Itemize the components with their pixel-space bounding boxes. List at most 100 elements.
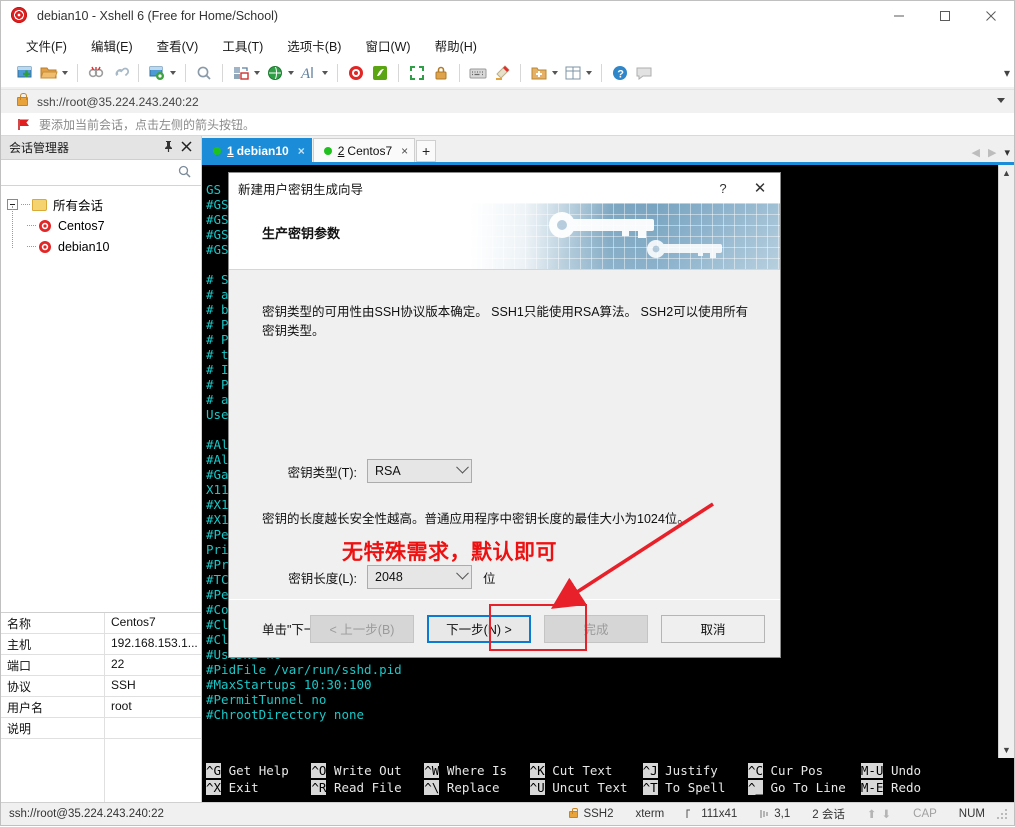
close-icon[interactable]	[177, 140, 195, 155]
tree-item-centos7[interactable]: Centos7	[7, 215, 201, 236]
tree-item-debian10[interactable]: debian10	[7, 236, 201, 257]
nano-key: M-U	[860, 763, 884, 778]
menu-tools[interactable]: 工具(T)	[211, 33, 274, 58]
cursor-icon	[760, 810, 768, 818]
menu-tab[interactable]: 选项卡(B)	[276, 33, 352, 58]
tab-debian10[interactable]: 1 debian10 ×	[202, 138, 312, 162]
session-search-row[interactable]	[1, 160, 201, 186]
xshell-button[interactable]	[344, 61, 368, 85]
lock-button[interactable]	[429, 61, 453, 85]
menu-file[interactable]: 文件(F)	[15, 33, 78, 58]
help-button[interactable]: ?	[608, 61, 632, 85]
nano-shortcut-bar: ^G Get Help ^O Write Out ^W Where Is ^K …	[202, 758, 1014, 802]
session-search-input[interactable]	[7, 164, 177, 181]
tab-close-icon[interactable]: ×	[401, 144, 408, 158]
toolbar-separator	[222, 64, 223, 82]
keyboard-button[interactable]	[466, 61, 490, 85]
session-properties-button[interactable]	[145, 61, 179, 85]
tree-root-label: 所有会话	[53, 199, 104, 213]
lock-icon	[432, 64, 450, 82]
nano-label: Where Is	[439, 763, 530, 778]
comment-button[interactable]	[632, 61, 656, 85]
open-session-button[interactable]	[37, 61, 71, 85]
address-value[interactable]: ssh://root@35.224.243.240:22	[37, 95, 199, 109]
cancel-button[interactable]: 取消	[661, 614, 765, 643]
property-row: 名称 Centos7	[1, 613, 201, 634]
highlight-button[interactable]	[490, 61, 514, 85]
key-length-select[interactable]: 2048	[367, 565, 472, 589]
session-properties-icon	[148, 64, 166, 82]
menu-edit[interactable]: 编辑(E)	[80, 33, 144, 58]
red-flag-icon	[17, 118, 31, 131]
scroll-up-icon[interactable]: ▲	[1002, 168, 1011, 178]
status-num-lock: NUM	[958, 808, 985, 820]
address-bar[interactable]: ssh://root@35.224.243.240:22	[1, 89, 1014, 113]
search-icon[interactable]	[177, 164, 195, 182]
tree-root-all-sessions[interactable]: 所有会话	[7, 194, 201, 215]
toolbar-overflow-button[interactable]: ▾	[1004, 59, 1010, 87]
nano-key: ^C	[747, 763, 763, 778]
new-tab-button[interactable]: +	[416, 140, 437, 162]
toolbar-separator	[77, 64, 78, 82]
tab-close-icon[interactable]: ×	[298, 144, 305, 158]
xftp-button[interactable]	[368, 61, 392, 85]
scroll-down-icon[interactable]: ▼	[1002, 745, 1011, 755]
folder-icon	[32, 198, 47, 211]
tab-prev-button[interactable]: ◀	[972, 146, 980, 159]
dialog-heading: 生产密钥参数	[262, 226, 341, 241]
chevron-down-icon[interactable]	[552, 71, 558, 75]
tab-next-button[interactable]: ▶	[988, 146, 996, 159]
chevron-down-icon[interactable]	[170, 71, 176, 75]
chevron-down-icon[interactable]	[586, 71, 592, 75]
chevron-down-icon[interactable]	[254, 71, 260, 75]
resize-grip[interactable]	[996, 808, 1008, 820]
tab-menu-button[interactable]: ▾	[1004, 146, 1010, 159]
dialog-help-icon[interactable]: ?	[706, 181, 740, 196]
nano-label: To Spell	[657, 780, 748, 795]
next-button[interactable]: 下一步(N) >	[427, 614, 531, 643]
tree-item-label: Centos7	[58, 218, 105, 233]
chevron-down-icon[interactable]	[997, 98, 1005, 103]
chevron-down-icon[interactable]	[62, 71, 68, 75]
finish-button[interactable]: 完成	[544, 614, 648, 643]
chevron-down-icon[interactable]	[288, 71, 294, 75]
session-property-grid: 名称 Centos7 主机 192.168.153.1... 端口 22 协议 …	[1, 612, 201, 802]
xshell-icon	[347, 64, 365, 82]
key-type-select[interactable]: RSA	[367, 459, 472, 483]
toolbar-separator	[138, 64, 139, 82]
menu-view[interactable]: 查看(V)	[146, 33, 210, 58]
fullscreen-button[interactable]	[405, 61, 429, 85]
find-button[interactable]	[192, 61, 216, 85]
menu-help[interactable]: 帮助(H)	[424, 33, 488, 58]
font-button[interactable]: A	[297, 61, 331, 85]
property-key: 用户名	[1, 697, 105, 717]
split-view-button[interactable]	[561, 61, 595, 85]
disconnect-button[interactable]	[84, 61, 108, 85]
pin-icon[interactable]	[159, 140, 177, 155]
terminal-scrollbar[interactable]: ▲ ▼	[998, 165, 1014, 758]
lock-icon	[17, 93, 28, 106]
layout-button[interactable]	[229, 61, 263, 85]
maximize-button[interactable]	[922, 1, 968, 32]
dialog-close-icon[interactable]: ✕	[740, 179, 780, 197]
back-button[interactable]: < 上一步(B)	[310, 614, 414, 643]
connected-status-dot	[323, 146, 332, 155]
upload-arrow-icon: ⬆	[866, 809, 877, 821]
chevron-down-icon[interactable]	[322, 71, 328, 75]
property-value: root	[111, 699, 132, 713]
help-icon: ?	[611, 64, 629, 82]
add-to-folder-button[interactable]	[527, 61, 561, 85]
new-user-key-wizard-dialog: 新建用户密钥生成向导 ? ✕ 生产密钥参数 密钥类型的可用性由SSH协议版本确定…	[228, 172, 781, 658]
chevron-down-icon	[456, 460, 469, 474]
menu-window[interactable]: 窗口(W)	[354, 33, 421, 58]
connect-button[interactable]	[108, 61, 132, 85]
session-manager-title: 会话管理器	[9, 141, 70, 155]
nano-key: M-E	[860, 780, 884, 795]
new-session-button[interactable]	[13, 61, 37, 85]
globe-button[interactable]	[263, 61, 297, 85]
tab-centos7[interactable]: 2 Centos7 ×	[312, 138, 416, 162]
xshell-session-icon	[38, 219, 52, 233]
add-to-folder-icon	[530, 64, 548, 82]
minimize-button[interactable]	[876, 1, 922, 32]
close-button[interactable]	[968, 1, 1014, 32]
